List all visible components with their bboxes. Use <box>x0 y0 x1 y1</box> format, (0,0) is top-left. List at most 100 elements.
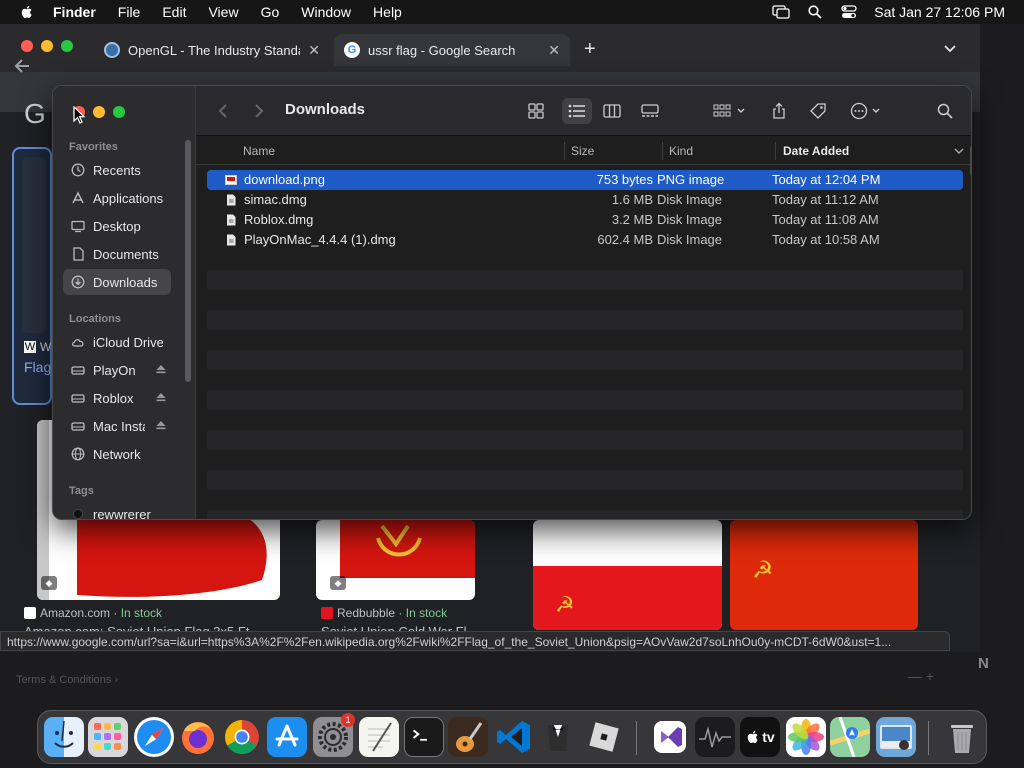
tab-title: ussr flag - Google Search <box>368 42 516 58</box>
disk-image-icon <box>227 194 236 206</box>
window-zoom-button[interactable] <box>113 106 125 118</box>
eject-icon[interactable] <box>155 419 167 431</box>
wikipedia-result-card[interactable]: W W Flag <box>12 147 52 405</box>
sidebar-item-documents[interactable]: Documents <box>63 241 171 267</box>
gallery-view-icon[interactable] <box>639 100 661 122</box>
dock-preview-icon[interactable] <box>876 717 916 757</box>
dock-launchpad-icon[interactable] <box>88 717 128 757</box>
dock-photos-icon[interactable] <box>786 717 826 757</box>
tab-ussr-flag[interactable]: G ussr flag - Google Search ✕ <box>334 34 570 66</box>
menu-window[interactable]: Window <box>301 4 351 20</box>
list-view-icon[interactable] <box>566 100 588 122</box>
sidebar-item-mac-installer[interactable]: Mac Installer <box>63 413 171 439</box>
terms-link[interactable]: Terms & Conditions › <box>16 674 118 686</box>
apple-icon[interactable] <box>19 4 35 20</box>
sidebar-item-roblox[interactable]: Roblox <box>63 385 171 411</box>
menu-file[interactable]: File <box>118 4 141 20</box>
file-row[interactable]: download.png 753 bytes PNG image Today a… <box>207 170 963 190</box>
sidebar-item-network[interactable]: Network <box>63 441 171 467</box>
chevron-down-icon[interactable] <box>942 40 958 56</box>
menu-go[interactable]: Go <box>261 4 280 20</box>
dock-apple-tv-icon[interactable]: tv <box>740 717 780 757</box>
result-title[interactable]: Flag <box>24 359 51 375</box>
menu-help[interactable]: Help <box>373 4 402 20</box>
dock-activity-monitor-icon[interactable] <box>695 717 735 757</box>
back-icon[interactable] <box>212 100 234 122</box>
window-minimize-button[interactable] <box>93 106 105 118</box>
result-image-redbubble[interactable]: ◆ <box>316 520 475 600</box>
browser-close-button[interactable] <box>21 40 33 52</box>
control-center-icon[interactable] <box>840 3 858 21</box>
more-actions-icon[interactable] <box>849 100 885 122</box>
dock-firefox-icon[interactable] <box>178 717 218 757</box>
sidebar-scrollbar[interactable] <box>185 140 191 382</box>
sidebar-item-icloud[interactable]: iCloud Drive <box>63 329 171 355</box>
spotlight-search-icon[interactable] <box>806 3 824 21</box>
dock-visual-studio-icon[interactable] <box>650 717 690 757</box>
search-icon[interactable] <box>934 100 956 122</box>
browser-zoom-button[interactable] <box>61 40 73 52</box>
file-row[interactable]: simac.dmg 1.6 MB Disk Image Today at 11:… <box>207 190 963 210</box>
dock-system-settings-icon[interactable]: 1 <box>313 713 355 757</box>
eject-icon[interactable] <box>155 391 167 403</box>
dock-roblox-icon[interactable] <box>584 717 624 757</box>
dock-app-store-icon[interactable] <box>267 717 307 757</box>
column-divider[interactable] <box>564 142 565 160</box>
dock-separator <box>928 721 929 755</box>
menu-view[interactable]: View <box>208 4 238 20</box>
dock-safari-icon[interactable] <box>134 717 174 757</box>
column-size[interactable]: Size <box>571 144 594 158</box>
menu-app-name[interactable]: Finder <box>53 4 96 20</box>
dock-finder-icon[interactable] <box>44 717 84 757</box>
sidebar-header-locations: Locations <box>69 313 121 325</box>
group-by-icon[interactable] <box>712 100 748 122</box>
new-tab-icon[interactable]: + <box>584 38 596 61</box>
file-row[interactable]: PlayOnMac_4.4.4 (1).dmg 602.4 MB Disk Im… <box>207 230 963 250</box>
column-name[interactable]: Name <box>243 144 275 158</box>
content-scrollbar[interactable] <box>970 146 971 176</box>
sidebar-item-tag[interactable]: rewwrerer <box>63 501 171 519</box>
dock-maps-icon[interactable] <box>830 717 870 757</box>
tab-close-icon[interactable]: ✕ <box>548 42 560 59</box>
column-view-icon[interactable] <box>601 100 623 122</box>
zoom-controls[interactable]: — + <box>908 668 934 684</box>
forward-icon[interactable] <box>248 100 270 122</box>
dock-garageband-icon[interactable] <box>448 717 488 757</box>
sidebar-item-desktop[interactable]: Desktop <box>63 213 171 239</box>
tab-close-icon[interactable]: ✕ <box>308 42 320 59</box>
sidebar-item-recents[interactable]: Recents <box>63 157 171 183</box>
google-logo: G <box>24 98 46 129</box>
icon-view-icon[interactable] <box>525 100 547 122</box>
share-icon[interactable] <box>768 100 790 122</box>
sidebar-item-downloads[interactable]: Downloads <box>63 269 171 295</box>
menu-clock[interactable]: Sat Jan 27 12:06 PM <box>874 4 1005 20</box>
result-image-flag-4[interactable]: ☭ <box>730 520 918 630</box>
tab-opengl[interactable]: OpenGL - The Industry Standard ✕ <box>94 34 330 66</box>
tag-icon[interactable] <box>807 100 829 122</box>
dock-chrome-icon[interactable] <box>222 717 262 757</box>
browser-minimize-button[interactable] <box>41 40 53 52</box>
sort-chevron-icon[interactable] <box>954 147 964 155</box>
drive-icon <box>71 363 85 377</box>
sidebar-item-playonmac[interactable]: PlayOnMac <box>63 357 171 383</box>
eject-icon[interactable] <box>155 363 167 375</box>
column-date-added[interactable]: Date Added <box>783 144 849 158</box>
screen-mirroring-icon[interactable] <box>772 3 790 21</box>
dock-vscode-icon[interactable] <box>494 717 534 757</box>
dock-textedit-icon[interactable] <box>359 717 399 757</box>
result-thumbnail <box>22 157 46 333</box>
file-row[interactable]: Roblox.dmg 3.2 MB Disk Image Today at 11… <box>207 210 963 230</box>
column-kind[interactable]: Kind <box>669 144 693 158</box>
applications-icon <box>71 191 85 205</box>
column-divider[interactable] <box>662 142 663 160</box>
sidebar-item-applications[interactable]: Applications <box>63 185 171 211</box>
desktop-icon <box>71 219 85 233</box>
dock-terminal-icon[interactable] <box>404 717 444 757</box>
menu-edit[interactable]: Edit <box>162 4 186 20</box>
result-image-flag-3[interactable]: ☭ <box>533 520 722 630</box>
finder-toolbar: Downloads <box>196 86 971 136</box>
dock-trash-icon[interactable] <box>942 717 982 757</box>
column-divider[interactable] <box>775 142 776 160</box>
back-arrow-icon[interactable] <box>12 56 32 76</box>
dock-bartender-icon[interactable] <box>538 717 578 757</box>
